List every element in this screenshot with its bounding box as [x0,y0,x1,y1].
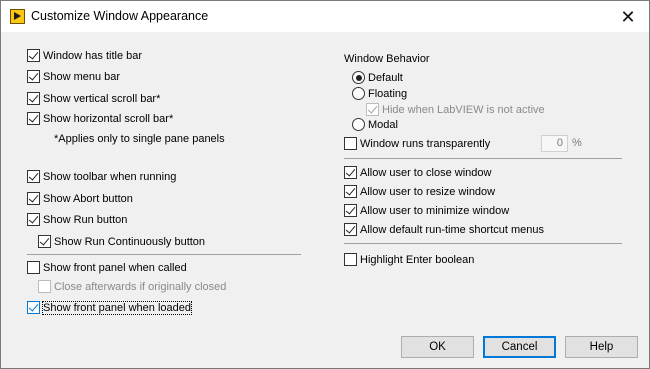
title-bar: Customize Window Appearance ✕ [1,1,649,32]
checkbox-icon[interactable] [27,170,40,183]
checkbox-label: Hide when LabVIEW is not active [382,103,545,116]
checkbox-icon[interactable] [27,301,40,314]
checkbox-icon [366,103,379,116]
checkbox-show-run-button[interactable]: Show Run button [27,213,127,226]
checkbox-label: Show menu bar [43,70,121,83]
checkbox-show-horizontal-scroll-bar[interactable]: Show horizontal scroll bar* [27,112,173,125]
checkbox-label: Allow default run-time shortcut menus [360,223,545,236]
checkbox-label: Show horizontal scroll bar* [43,112,174,125]
checkbox-icon[interactable] [27,70,40,83]
checkbox-icon[interactable] [344,166,357,179]
checkbox-label: Close afterwards if originally closed [54,280,227,293]
checkbox-icon[interactable] [27,261,40,274]
checkbox-icon [38,280,51,293]
checkbox-icon[interactable] [344,185,357,198]
checkbox-label: Highlight Enter boolean [360,253,475,266]
checkbox-label: Show vertical scroll bar* [43,92,161,105]
transparency-unit: % [572,137,582,149]
checkbox-icon[interactable] [27,49,40,62]
checkbox-label: Allow user to close window [360,166,492,179]
radio-icon[interactable] [352,71,365,84]
radio-label: Floating [368,87,408,100]
left-separator [27,254,301,255]
checkbox-icon[interactable] [27,192,40,205]
checkbox-icon[interactable] [344,223,357,236]
window-behavior-heading: Window Behavior [344,53,430,65]
dialog-window: Customize Window Appearance ✕ Window has… [0,0,650,369]
checkbox-allow-resize[interactable]: Allow user to resize window [344,185,495,198]
checkbox-window-runs-transparently[interactable]: Window runs transparently [344,137,490,150]
help-button[interactable]: Help [565,336,638,358]
radio-icon[interactable] [352,87,365,100]
radio-icon[interactable] [352,118,365,131]
checkbox-label: Show front panel when loaded [42,300,192,315]
radio-modal[interactable]: Modal [352,118,398,131]
checkbox-label: Show toolbar when running [43,170,177,183]
checkbox-highlight-enter-boolean[interactable]: Highlight Enter boolean [344,253,474,266]
checkbox-label: Window has title bar [43,49,143,62]
checkbox-icon[interactable] [27,112,40,125]
checkbox-window-has-title-bar[interactable]: Window has title bar [27,49,142,62]
checkbox-show-front-panel-when-loaded[interactable]: Show front panel when loaded [27,300,192,315]
checkbox-label: Window runs transparently [360,137,491,150]
checkbox-icon[interactable] [38,235,51,248]
checkbox-show-run-continuously-button[interactable]: Show Run Continuously button [38,235,205,248]
window-title: Customize Window Appearance [31,9,209,23]
checkbox-label: Show Abort button [43,192,133,205]
checkbox-icon[interactable] [344,253,357,266]
checkbox-icon[interactable] [344,137,357,150]
checkbox-show-front-panel-when-called[interactable]: Show front panel when called [27,261,187,274]
ok-button[interactable]: OK [401,336,474,358]
checkbox-allow-minimize[interactable]: Allow user to minimize window [344,204,509,217]
checkbox-close-afterwards: Close afterwards if originally closed [38,280,226,293]
labview-app-icon [10,9,25,24]
right-separator-1 [344,158,622,159]
checkbox-show-abort-button[interactable]: Show Abort button [27,192,133,205]
radio-label: Modal [368,118,398,131]
checkbox-label: Show front panel when called [43,261,187,274]
checkbox-hide-when-inactive: Hide when LabVIEW is not active [366,103,545,116]
checkbox-allow-shortcut-menus[interactable]: Allow default run-time shortcut menus [344,223,544,236]
checkbox-icon[interactable] [27,213,40,226]
scroll-bar-note: *Applies only to single pane panels [54,133,225,145]
checkbox-label: Show Run Continuously button [54,235,206,248]
checkbox-allow-close[interactable]: Allow user to close window [344,166,491,179]
checkbox-show-menu-bar[interactable]: Show menu bar [27,70,120,83]
checkbox-show-vertical-scroll-bar[interactable]: Show vertical scroll bar* [27,92,160,105]
transparency-input[interactable]: 0 [541,135,568,152]
checkbox-icon[interactable] [344,204,357,217]
checkbox-label: Allow user to resize window [360,185,496,198]
checkbox-show-toolbar-when-running[interactable]: Show toolbar when running [27,170,176,183]
radio-default[interactable]: Default [352,71,403,84]
close-icon[interactable]: ✕ [613,2,643,31]
radio-label: Default [368,71,403,84]
note-text: *Applies only to single pane panels [54,133,225,145]
checkbox-label: Allow user to minimize window [360,204,510,217]
checkbox-label: Show Run button [43,213,128,226]
cancel-button[interactable]: Cancel [483,336,556,358]
right-separator-2 [344,243,622,244]
checkbox-icon[interactable] [27,92,40,105]
radio-floating[interactable]: Floating [352,87,407,100]
